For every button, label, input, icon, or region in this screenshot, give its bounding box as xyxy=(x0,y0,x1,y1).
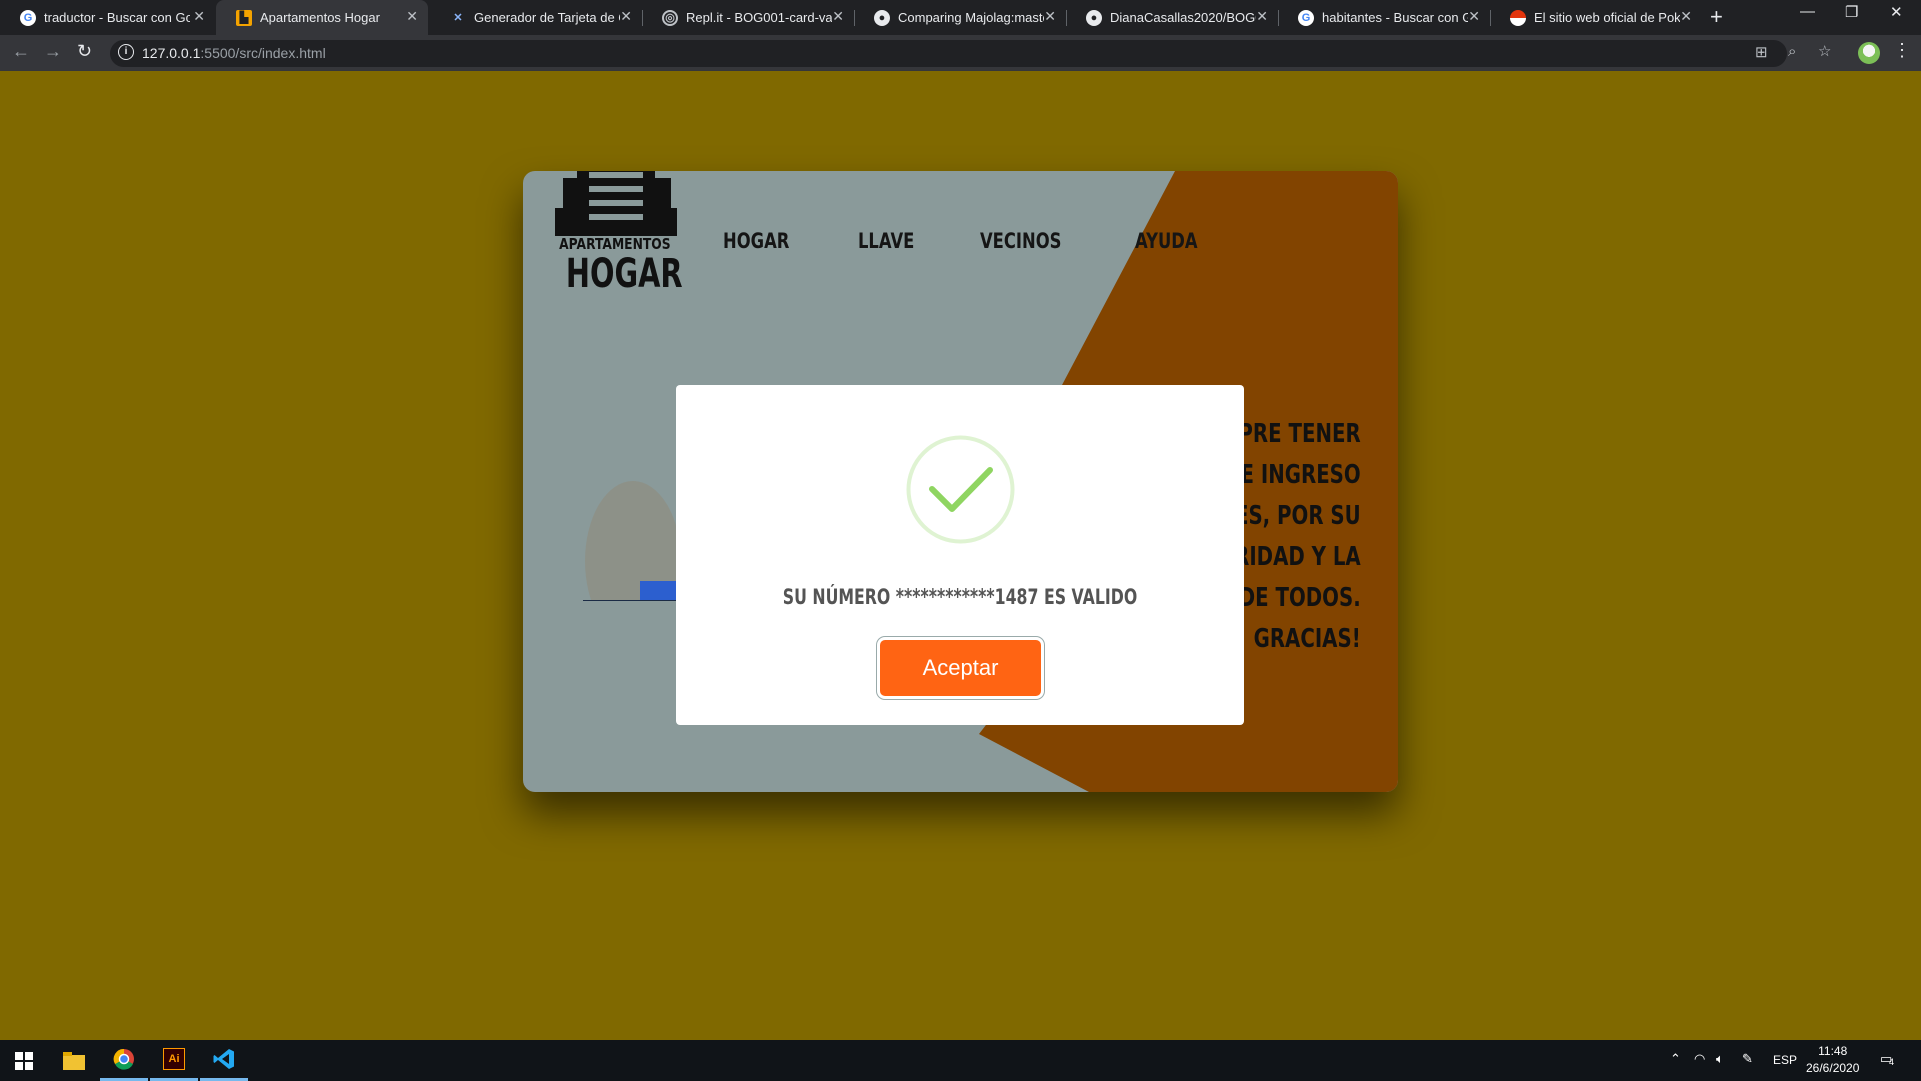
tab-title: Comparing Majolag:master xyxy=(898,10,1044,25)
tools-icon: ✕ xyxy=(453,12,463,24)
notifications-icon[interactable]: ▭ 4 xyxy=(1880,1051,1895,1067)
tab-replit[interactable]: ◎ Repl.it - BOG001-card-valid ✕ xyxy=(642,0,854,35)
bookmark-star-icon[interactable]: ☆ xyxy=(1818,42,1831,60)
show-hidden-icons-icon[interactable]: ⌃ xyxy=(1670,1051,1681,1067)
tab-title: Repl.it - BOG001-card-valid xyxy=(686,10,832,25)
url-path: :5500/src/index.html xyxy=(200,45,326,61)
tab-pokemon[interactable]: El sitio web oficial de Pokém ✕ xyxy=(1490,0,1702,35)
url-text[interactable]: 127.0.0.1:5500/src/index.html xyxy=(142,45,326,61)
translate-icon[interactable]: ⊞ xyxy=(1755,43,1768,61)
tab-title: El sitio web oficial de Pokém xyxy=(1534,10,1680,25)
minimize-icon[interactable]: — xyxy=(1800,3,1815,20)
forward-arrow-icon[interactable]: → xyxy=(44,41,62,62)
success-check-icon xyxy=(906,435,1015,544)
browser-toolbar: ← → ↻ i 127.0.0.1:5500/src/index.html ⊞ … xyxy=(0,35,1921,71)
close-icon[interactable]: ✕ xyxy=(406,8,418,25)
close-icon[interactable]: ✕ xyxy=(193,8,205,25)
tab-comparing[interactable]: ● Comparing Majolag:master ✕ xyxy=(854,0,1066,35)
building-icon: ▙ xyxy=(236,9,252,26)
clock-date: 26/6/2020 xyxy=(1806,1061,1860,1075)
google-icon: G xyxy=(1298,9,1314,26)
windows-start-icon[interactable] xyxy=(0,1040,48,1081)
nav-link-ayuda[interactable]: AYUDA xyxy=(1135,229,1198,253)
logo-text-hogar: HOGAR xyxy=(565,251,683,297)
site-nav: HOGAR LLAVE VECINOS AYUDA xyxy=(723,229,1265,253)
pokeball-icon xyxy=(1510,9,1526,26)
tab-separator xyxy=(1066,10,1067,26)
github-icon: ● xyxy=(1086,9,1102,26)
clock[interactable]: 11:48 26/6/2020 xyxy=(1806,1043,1859,1077)
close-icon[interactable]: ✕ xyxy=(1044,8,1056,25)
tab-traductor[interactable]: G traductor - Buscar con Goo ✕ xyxy=(0,0,215,35)
window-close-icon[interactable]: ✕ xyxy=(1890,3,1903,21)
nav-link-llave[interactable]: LLAVE xyxy=(858,229,914,253)
pen-icon[interactable]: ✎ xyxy=(1742,1051,1753,1067)
modal-message: SU NÚMERO ************1487 ES VALIDO xyxy=(782,585,1138,609)
zoom-icon[interactable]: ⌕ xyxy=(1788,43,1796,60)
clock-time: 11:48 xyxy=(1818,1044,1848,1058)
windows-taskbar: Ai ⌃ ◠ 🔈︎ ✎ ESP 11:48 26/6/2020 ▭ 4 xyxy=(0,1040,1921,1081)
tab-separator xyxy=(642,10,643,26)
close-icon[interactable]: ✕ xyxy=(620,8,632,25)
tab-title: traductor - Buscar con Goo xyxy=(44,10,190,25)
google-icon: G xyxy=(20,9,36,26)
close-icon[interactable]: ✕ xyxy=(832,8,844,25)
info-icon[interactable]: i xyxy=(118,44,134,60)
github-icon: ● xyxy=(874,9,890,26)
restore-icon[interactable]: ❐ xyxy=(1845,3,1858,21)
profile-avatar[interactable] xyxy=(1858,42,1880,64)
illustrator-icon[interactable]: Ai xyxy=(150,1040,198,1081)
tab-title: Apartamentos Hogar xyxy=(260,10,380,25)
close-icon[interactable]: ✕ xyxy=(1256,8,1268,25)
network-icon[interactable]: ◠ xyxy=(1694,1051,1705,1067)
tab-dianacasallas[interactable]: ● DianaCasallas2020/BOG001 ✕ xyxy=(1066,0,1278,35)
language-indicator[interactable]: ESP xyxy=(1773,1053,1797,1067)
nav-link-vecinos[interactable]: VECINOS xyxy=(980,229,1061,253)
address-bar[interactable]: i 127.0.0.1:5500/src/index.html ⊞ ⌕ xyxy=(110,40,1787,67)
accept-button[interactable]: Aceptar xyxy=(880,640,1041,696)
nav-link-hogar[interactable]: HOGAR xyxy=(723,229,789,253)
file-explorer-icon[interactable] xyxy=(50,1040,98,1081)
replit-icon: ◎ xyxy=(662,9,678,26)
tab-separator xyxy=(1278,10,1279,26)
tab-title: habitantes - Buscar con Goo xyxy=(1322,10,1468,25)
tab-title: Generador de Tarjeta de Cr xyxy=(474,10,620,25)
tab-title: DianaCasallas2020/BOG001 xyxy=(1110,10,1256,25)
url-host: 127.0.0.1 xyxy=(142,45,201,61)
tab-separator xyxy=(1490,10,1491,26)
tab-separator xyxy=(854,10,855,26)
tab-apartamentos-hogar[interactable]: ▙ Apartamentos Hogar ✕ xyxy=(216,0,428,35)
close-icon[interactable]: ✕ xyxy=(1680,8,1692,25)
reload-icon[interactable]: ↻ xyxy=(77,41,92,62)
back-arrow-icon[interactable]: ← xyxy=(12,41,30,62)
chrome-icon[interactable] xyxy=(100,1040,148,1081)
more-menu-icon[interactable]: ⋮ xyxy=(1893,40,1911,61)
notification-count: 4 xyxy=(1889,1057,1895,1067)
success-modal: SU NÚMERO ************1487 ES VALIDO Ace… xyxy=(676,385,1244,725)
tab-generador[interactable]: ✕ Generador de Tarjeta de Cr ✕ xyxy=(430,0,642,35)
close-icon[interactable]: ✕ xyxy=(1468,8,1480,25)
new-tab-icon[interactable]: + xyxy=(1710,4,1723,30)
tab-habitantes[interactable]: G habitantes - Buscar con Goo ✕ xyxy=(1278,0,1490,35)
browser-tab-bar: G traductor - Buscar con Goo ✕ ▙ Apartam… xyxy=(0,0,1921,35)
volume-icon[interactable]: 🔈︎ xyxy=(1716,1051,1724,1067)
vscode-icon[interactable] xyxy=(200,1040,248,1081)
